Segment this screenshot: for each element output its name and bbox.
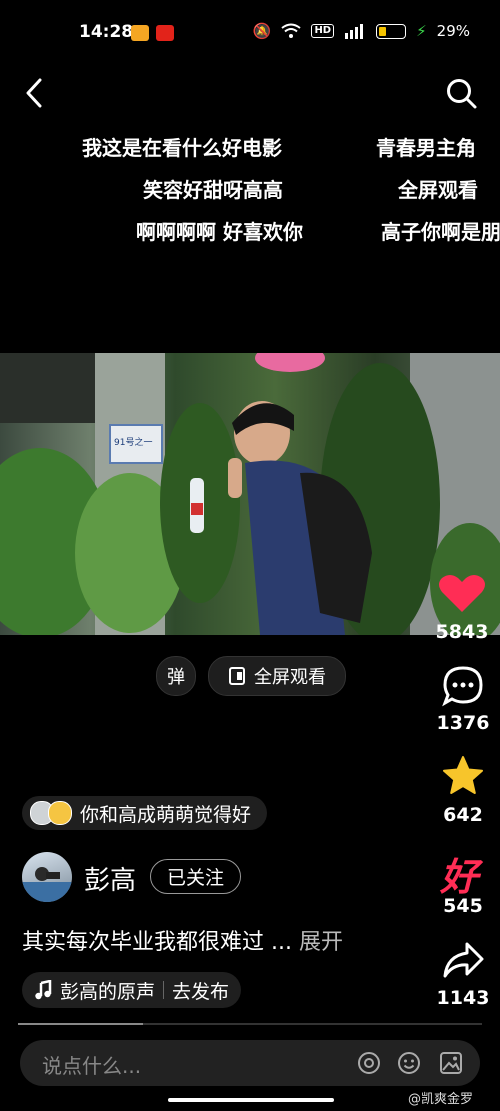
expand-link[interactable]: 展开: [299, 930, 343, 955]
share-icon: [443, 942, 484, 978]
caption: 其实每次毕业我都很难过 ... 展开: [22, 924, 343, 956]
hd-badge: HD: [311, 24, 335, 38]
author-name[interactable]: 彭高: [84, 860, 136, 897]
fullscreen-label: 全屏观看: [254, 667, 326, 688]
avatar-image: [22, 867, 72, 902]
danmaku-item: 高子你啊是朋: [381, 220, 500, 244]
danmu-toggle-button[interactable]: 弹: [156, 656, 196, 696]
comment-input-bar[interactable]: 说点什么...: [20, 1040, 480, 1086]
video-address-sign: 91号之一: [114, 438, 153, 448]
share-count: 1143: [436, 987, 490, 1009]
status-right: 🔕 HD ⚡ 29%: [253, 22, 470, 40]
comment-input[interactable]: 说点什么...: [42, 1050, 141, 1079]
share-button[interactable]: [441, 940, 485, 984]
progress-track[interactable]: [18, 1023, 482, 1025]
like-button[interactable]: [432, 570, 492, 620]
back-icon[interactable]: [24, 78, 44, 108]
comment-button[interactable]: [440, 664, 486, 712]
good-count: 545: [443, 895, 483, 917]
danmu-toggle-label: 弹: [167, 667, 185, 688]
heart-icon: [439, 575, 485, 612]
status-time: 14:28: [79, 22, 134, 42]
follow-button[interactable]: 已关注: [150, 859, 242, 894]
emoji-icon[interactable]: [396, 1050, 422, 1076]
fullscreen-button[interactable]: 全屏观看: [208, 656, 346, 696]
danmaku-item: 全屏观看: [398, 178, 478, 202]
music-chip[interactable]: 彭高的原声 去发布: [22, 972, 242, 1008]
comment-count: 1376: [436, 712, 490, 734]
battery-percent: 29%: [436, 22, 470, 40]
author-avatar[interactable]: [22, 852, 72, 902]
video-player[interactable]: 91号之一: [0, 353, 500, 635]
weibo-icon: [131, 25, 149, 41]
danmaku-item: 啊啊啊啊 好喜欢你: [136, 220, 303, 244]
like-count: 5843: [435, 621, 489, 643]
app-badge-icon: [156, 25, 174, 41]
music-divider: [163, 981, 165, 999]
progress-fill: [18, 1023, 144, 1025]
danmaku-item: 我这是在看什么好电影: [82, 136, 282, 160]
friend-avatar: [48, 801, 72, 825]
comment-icon: [442, 666, 483, 707]
fullscreen-icon: [229, 667, 245, 685]
danmaku-item: 青春男主角: [376, 136, 476, 160]
favorite-count: 642: [443, 804, 483, 826]
image-icon[interactable]: [438, 1050, 464, 1076]
friends-like-chip[interactable]: 你和高成萌萌觉得好: [22, 796, 268, 830]
caption-text: 其实每次毕业我都很难过 ...: [22, 930, 292, 955]
star-icon: [443, 756, 483, 794]
battery-icon: [376, 23, 407, 39]
publish-link[interactable]: 去发布: [172, 977, 229, 1004]
danmaku-item: 笑容好甜呀高高: [143, 178, 283, 202]
mute-icon: 🔕: [252, 22, 272, 40]
wifi-icon: [281, 23, 302, 38]
search-icon[interactable]: [446, 78, 478, 110]
friends-like-text: 你和高成萌萌觉得好: [80, 803, 252, 826]
favorite-button[interactable]: [441, 755, 485, 801]
charging-icon: ⚡: [416, 22, 427, 40]
video-frame: [0, 353, 500, 635]
home-indicator: [168, 1098, 334, 1102]
music-text: 彭高的原声: [60, 980, 156, 1003]
music-note-icon: [35, 980, 52, 1000]
signal-icon: [345, 24, 364, 39]
watermark: @凯爽金罗: [408, 1092, 474, 1107]
good-button[interactable]: 好: [440, 846, 478, 901]
good-icon: 好: [440, 855, 479, 899]
at-icon[interactable]: [356, 1050, 382, 1076]
